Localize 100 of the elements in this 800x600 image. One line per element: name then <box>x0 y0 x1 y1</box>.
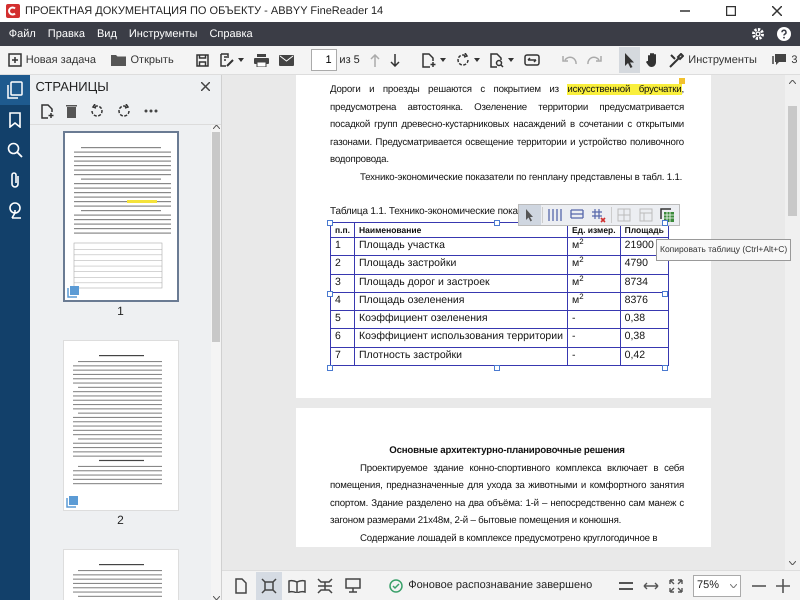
menu-item[interactable]: Файл <box>2 22 42 46</box>
minus-icon <box>752 584 766 586</box>
paragraph: Содержание лошадей в комплексе предусмотрено круглогодичное в <box>359 532 658 546</box>
save-icon <box>196 54 209 66</box>
resize-handle[interactable] <box>327 365 333 371</box>
resize-handle[interactable] <box>494 365 500 371</box>
tools-icon <box>669 52 684 68</box>
table-cell: м$^{2}$ <box>568 238 620 256</box>
scrollbar[interactable] <box>785 75 800 570</box>
table-cell: м$^{2}$ <box>568 256 620 274</box>
close-icon <box>201 82 210 92</box>
redo-icon <box>587 55 602 65</box>
section-heading: Основные архитектурно-планировочные решения <box>388 444 626 458</box>
table-cell: 3 <box>330 274 354 292</box>
compare-icon <box>524 53 540 67</box>
table-cell: 1 <box>330 238 354 256</box>
table-cell: Площадь участка <box>354 238 568 256</box>
more-icon <box>144 109 158 114</box>
scrollbar-thumb[interactable] <box>212 132 220 342</box>
tooltip: Копировать таблицу (Ctrl+Alt+C) <box>656 239 792 260</box>
menu-item[interactable]: Правка <box>42 22 91 46</box>
caret-icon <box>440 58 446 62</box>
table-cell: 0,38 <box>620 328 668 348</box>
page-number: 1 <box>117 302 124 320</box>
column-divider-icon <box>548 208 562 222</box>
paragraph: Технико-экономические показатели по генплану представлены в табл. 1.1. <box>359 170 684 184</box>
select-tool-button[interactable] <box>619 47 640 73</box>
undo-icon <box>562 55 578 65</box>
table-cell: - <box>568 347 620 366</box>
table-cell: 2 <box>330 256 354 274</box>
maximize-icon <box>726 6 736 16</box>
resize-handle[interactable] <box>327 291 333 297</box>
table-cell: 0,42 <box>620 347 668 366</box>
scrollbar[interactable] <box>211 124 221 600</box>
caret-icon <box>474 58 480 62</box>
table-cell: 7 <box>330 347 354 366</box>
table-cell: Коэффициент использования территории <box>354 328 568 348</box>
paragraph: Дороги и проезды решаются с покрытием из искусственной брусчатки, предусмотрена автостоянка. Озеленение территории предусматривается посадкой групп древесно-кустарниковых насаждений в сочетании с открытыми газонами. Предусматривается освещение территории и устройство поливочного водопровода. <box>330 83 684 167</box>
delete-grid-icon <box>591 208 606 222</box>
table-cell: Плотность застройки <box>354 347 568 366</box>
caret-icon <box>238 58 244 62</box>
pages-tab[interactable] <box>0 75 30 105</box>
table-cell: Площадь озеленения <box>354 292 568 311</box>
tools-button[interactable]: Инструменты <box>664 47 762 73</box>
open-button[interactable]: Открыть <box>106 47 179 73</box>
page-search-icon <box>490 52 504 68</box>
resize-handle[interactable] <box>662 220 668 226</box>
comments-button[interactable]: 3 <box>767 47 800 73</box>
up-arrow-icon <box>370 54 380 66</box>
width-arrows-icon <box>642 582 658 590</box>
table-cell: 6 <box>330 328 354 348</box>
paperclip-icon <box>9 171 21 189</box>
split-cells-icon <box>638 208 653 222</box>
status-message: Фоновое распознавание завершено <box>408 578 592 594</box>
edit-document-icon <box>218 53 234 67</box>
rotate-icon <box>456 53 470 67</box>
caret-icon <box>508 58 514 62</box>
resize-handle[interactable] <box>327 220 333 226</box>
down-arrow-icon <box>390 54 400 66</box>
rotate-right-icon <box>116 104 131 118</box>
single-page-icon <box>234 578 246 594</box>
page-number-field[interactable]: 1 <box>310 49 337 71</box>
column-header: п.п. <box>330 222 354 238</box>
menu-item[interactable]: Инструменты <box>122 22 204 46</box>
plus-square-icon <box>8 53 22 67</box>
zoom-dropdown[interactable]: 75% <box>693 574 741 596</box>
trash-icon <box>66 104 78 118</box>
recognized-page-icon <box>66 496 78 508</box>
table-cell: 4 <box>330 292 354 311</box>
window-title: ПРОЕКТНАЯ ДОКУМЕНТАЦИЯ ПО ОБЪЕКТУ - ABBYY FineReader 14 <box>25 4 384 19</box>
table-cell: 8734 <box>620 274 668 292</box>
table-caption: Таблица 1.1. Технико-экономические пока <box>330 205 518 219</box>
scrollbar-thumb[interactable] <box>788 106 797 216</box>
rotate-left-icon <box>90 104 104 118</box>
table-cell: Площадь застройки <box>354 256 568 274</box>
paragraph: Проектируемое здание конно-спортивного комплекса включает в себя помещения, предназначенные для ухода за животными и комфортного занятия спортом. Здание разделено на два объёма: 1-й – непосредственно сам манеж с загоном размерами 21х48м, 2-й – бытовые помещения и конюшня. <box>330 462 684 528</box>
resize-handle[interactable] <box>662 365 668 371</box>
resize-handle[interactable] <box>662 291 668 297</box>
expand-icon <box>668 578 682 592</box>
menu-item[interactable]: Справка <box>203 22 259 46</box>
table-cell: 5 <box>330 310 354 329</box>
table-cell: м$^{2}$ <box>568 274 620 292</box>
page-number: 2 <box>117 512 124 529</box>
envelope-icon <box>278 54 294 66</box>
search-icon <box>7 142 23 158</box>
merge-cells-icon <box>616 208 631 222</box>
new-task-button[interactable]: Новая задача <box>2 47 101 73</box>
menu-item[interactable]: Вид <box>90 22 123 46</box>
resize-handle[interactable] <box>494 220 500 226</box>
note-marker-icon <box>679 78 685 84</box>
table-cell: - <box>568 310 620 329</box>
down-caret-icon <box>212 596 220 600</box>
pointer-icon <box>624 52 636 68</box>
continuous-view-button[interactable] <box>256 572 282 600</box>
book-icon <box>288 578 306 592</box>
table-cell: м$^{2}$ <box>568 292 620 311</box>
signature-icon <box>8 201 22 219</box>
bookmark-icon <box>9 112 21 128</box>
table-cell: Площадь дорог и застроек <box>354 274 568 292</box>
select-tool-button[interactable] <box>518 205 541 225</box>
